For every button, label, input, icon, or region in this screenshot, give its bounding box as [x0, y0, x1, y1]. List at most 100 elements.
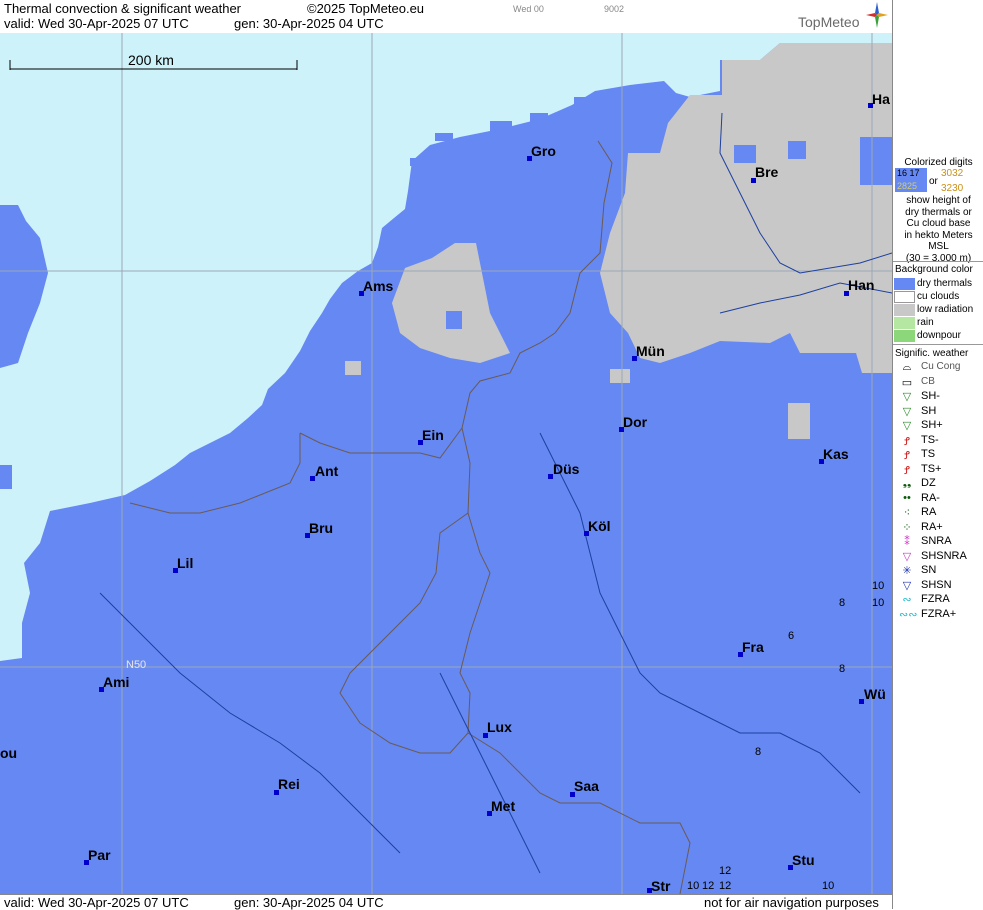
thermal-height-value: 12 — [702, 880, 715, 892]
city-label[interactable]: Met — [491, 798, 515, 814]
digit-sample: 3230 — [941, 183, 964, 194]
shower-heavy-icon: ▽ — [902, 420, 912, 432]
legend-weather-cu-cong: ⌓ Cu Cong — [893, 361, 983, 375]
city-label[interactable]: Han — [848, 277, 874, 293]
city-label[interactable]: Kas — [823, 446, 849, 462]
legend-weather-sn: ✳ SN — [893, 564, 983, 578]
city-label[interactable]: Str — [651, 878, 670, 894]
legend-item-dry-thermals: dry thermals — [893, 278, 983, 291]
snow-rain-shower-icon: ▽ — [902, 550, 912, 563]
legend-weather-sh: ▽ SH — [893, 405, 983, 419]
island — [530, 113, 548, 125]
product-code: 9002 — [604, 4, 625, 14]
legend-weather-ra-: •• RA- — [893, 492, 983, 506]
digit-sample: 2825 — [897, 181, 918, 191]
or-label: or — [929, 176, 938, 187]
uk-coast-fragment — [0, 465, 12, 489]
city-label[interactable]: Dor — [623, 414, 647, 430]
dry-thermal-patch — [788, 141, 806, 159]
city-label[interactable]: Par — [88, 847, 111, 863]
legend-weather-snra: ⁑ SNRA — [893, 535, 983, 549]
drizzle-icon: ❟❟ — [902, 477, 912, 489]
disclaimer: not for air navigation purposes — [704, 895, 879, 910]
topmeteo-logo: TopMeteo — [798, 14, 860, 30]
legend-weather-ra-: ⁘ RA+ — [893, 521, 983, 535]
thermal-height-value: 10 — [872, 597, 885, 609]
thermal-height-value: 8 — [839, 597, 846, 609]
city-label[interactable]: Lil — [177, 555, 193, 571]
legend-weather-shsnra: ▽ SHSNRA — [893, 550, 983, 564]
city-label[interactable]: Gro — [531, 143, 556, 159]
footer-generation-time: gen: 30-Apr-2025 04 UTC — [234, 895, 384, 910]
rain-icon: ⁖ — [903, 507, 911, 519]
compass-star-icon — [866, 2, 888, 28]
dry-thermal-patch — [860, 137, 892, 185]
city-label[interactable]: Lux — [487, 719, 512, 735]
legend-weather-sh-: ▽ SH- — [893, 390, 983, 404]
island — [574, 97, 594, 109]
legend-weather-ts-: Ꝭ TS- — [893, 434, 983, 448]
digits-description: show height of dry thermals or Cu cloud … — [904, 195, 973, 264]
digit-sample: 16 17 — [897, 168, 920, 178]
map-title: Thermal convection & significant weather — [4, 1, 242, 16]
city-label[interactable]: Ein — [422, 427, 444, 443]
thermal-height-value: 8 — [755, 746, 762, 758]
thermal-height-value: 10 — [872, 580, 885, 592]
thermal-height-value: 10 — [822, 880, 835, 892]
legend-weather-cb: ▭ CB — [893, 376, 983, 390]
city-label[interactable]: Fra — [742, 639, 764, 655]
rain-heavy-icon: ⁘ — [902, 521, 912, 534]
thermal-height-value: 10 — [687, 880, 700, 892]
city-label[interactable]: Mün — [636, 343, 665, 359]
city-label[interactable]: Rei — [278, 776, 300, 792]
city-label[interactable]: Ams — [363, 278, 393, 294]
run-code: Wed 00 — [513, 4, 544, 14]
thermal-height-value: 12 — [719, 865, 732, 877]
generation-time: gen: 30-Apr-2025 04 UTC — [234, 16, 384, 31]
shower-light-icon: ▽ — [902, 391, 912, 403]
island — [410, 158, 422, 166]
city-label[interactable]: Ant — [315, 463, 338, 479]
legend-weather-sh-: ▽ SH+ — [893, 419, 983, 433]
legend-item-rain: rain — [893, 317, 983, 330]
city-label[interactable]: Bre — [755, 164, 778, 180]
legend-weather-ts: Ꝭ TS — [893, 448, 983, 462]
rain-light-icon: •• — [903, 491, 911, 504]
legend-item-cu-clouds: cu clouds — [893, 291, 983, 304]
scale-bar-label: 200 km — [128, 52, 174, 68]
city-label[interactable]: Ami — [103, 674, 129, 690]
significant-weather-title: Signific. weather — [895, 348, 969, 359]
colorized-digits-title: Colorized digits — [904, 157, 973, 168]
map-header: Thermal convection & significant weather… — [0, 0, 892, 34]
dry-thermal-patch — [446, 311, 462, 329]
island — [490, 121, 512, 131]
city-label[interactable]: Köl — [588, 518, 611, 534]
city-label[interactable]: Ha — [872, 91, 890, 107]
legend-weather-fzra-: ∾∾ FZRA+ — [899, 607, 957, 621]
digit-sample: 3032 — [941, 168, 964, 179]
snow-rain-icon: ⁑ — [904, 536, 910, 548]
thunderstorm-heavy-icon: Ꝭ — [904, 464, 910, 477]
dry-thermal-patch — [734, 145, 756, 163]
snow-icon: ✳ — [902, 565, 912, 577]
thermal-height-value: 12 — [719, 880, 732, 892]
city-label[interactable]: Stu — [792, 852, 815, 868]
legend-weather-shsn: ▽ SHSN — [893, 579, 983, 593]
legend-item-downpour: downpour — [893, 330, 983, 343]
snow-shower-icon: ▽ — [902, 579, 912, 592]
city-label[interactable]: Bru — [309, 520, 333, 536]
weather-map[interactable]: 200 km N50 Gro Bre Ha Ams Han Mün Dor Ei… — [0, 33, 892, 894]
freezing-rain-icon: ∾ — [902, 594, 912, 606]
city-label[interactable]: ou — [0, 745, 17, 761]
thermal-height-value: 6 — [788, 630, 795, 642]
city-label[interactable]: Düs — [553, 461, 579, 477]
legend-item-low-radiation: low radiation — [893, 304, 983, 317]
freezing-rain-heavy-icon: ∾∾ — [899, 608, 918, 621]
map-footer: valid: Wed 30-Apr-2025 07 UTC gen: 30-Ap… — [0, 894, 892, 910]
legend-weather-fzra: ∾ FZRA — [893, 593, 983, 607]
map-canvas — [0, 33, 892, 894]
city-label[interactable]: Saa — [574, 778, 599, 794]
background-color-title: Background color — [895, 264, 973, 275]
city-label[interactable]: Wü — [864, 686, 886, 702]
legend-panel: Colorized digits 16 17 3032 or 2825 3230… — [892, 0, 983, 909]
